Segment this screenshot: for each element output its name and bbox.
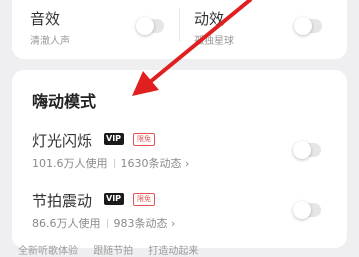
annotation-arrow-icon bbox=[132, 0, 252, 96]
